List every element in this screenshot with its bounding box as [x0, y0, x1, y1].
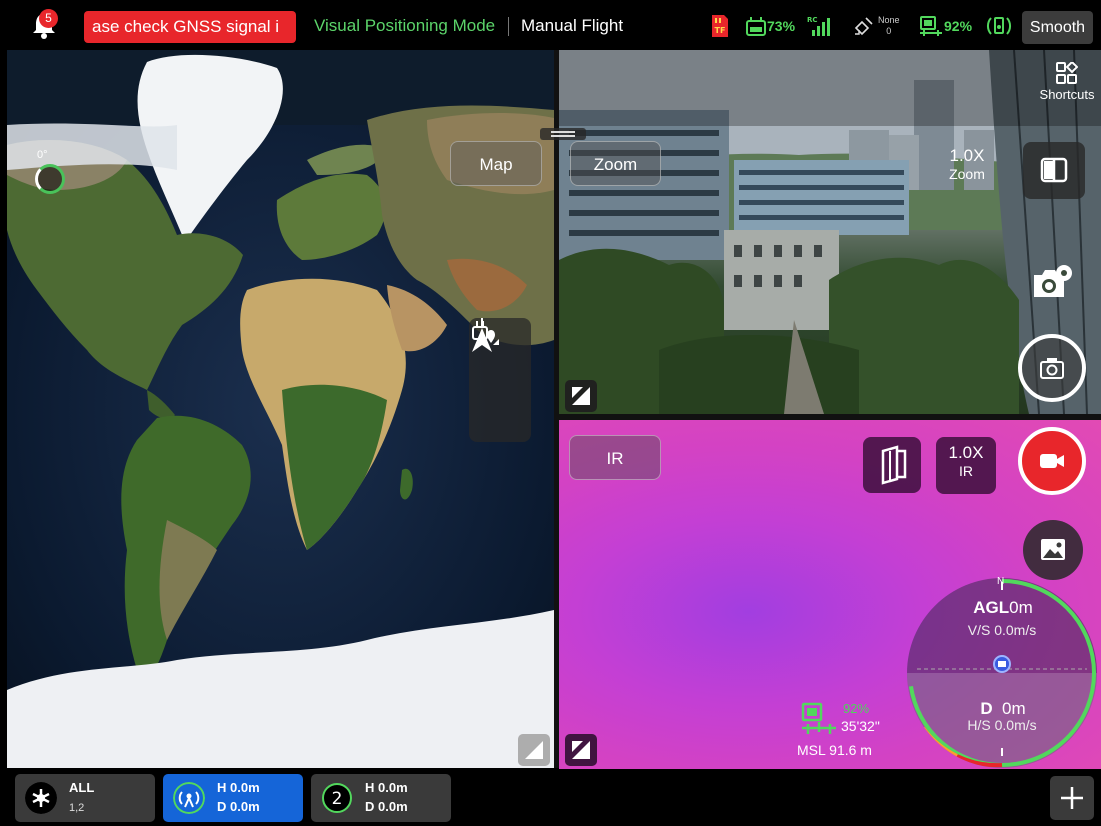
- positioning-mode: Visual Positioning Mode: [314, 16, 496, 35]
- plus-icon: [1061, 787, 1083, 809]
- camera-icon: [1040, 358, 1064, 379]
- flight-time-remaining: 35'32": [841, 718, 880, 734]
- expand-icon[interactable]: [518, 734, 550, 766]
- gnss-label: None: [878, 15, 900, 25]
- rc-battery-icon: [746, 17, 766, 36]
- device-rc-distance: D 0.0m: [217, 799, 260, 814]
- status-bar: 5 ase check GNSS signal i Visual Positio…: [0, 0, 1101, 50]
- msl-altitude: MSL 91.6 m: [797, 742, 872, 758]
- hd-signal-status: [986, 12, 1012, 40]
- device-all-title: ALL: [69, 780, 95, 795]
- rc-antenna-icon: [173, 782, 205, 814]
- sd-card-status: TF: [710, 12, 730, 40]
- rc-battery-status: 73%: [745, 12, 795, 40]
- alert-banner[interactable]: ase check GNSS signal i: [84, 11, 296, 43]
- record-icon: [1040, 454, 1064, 468]
- horizontal-speed: H/S 0.0m/s: [967, 717, 1037, 733]
- rc-signal-status: RC: [806, 12, 836, 40]
- agl-value: 0m: [1009, 598, 1033, 617]
- aircraft-group-icon: [25, 782, 57, 814]
- zoom-camera-label[interactable]: Zoom: [570, 141, 661, 186]
- shortcuts-button[interactable]: Shortcuts: [1036, 60, 1098, 102]
- notification-badge: 5: [39, 9, 58, 28]
- map-button[interactable]: Map: [450, 141, 542, 186]
- aircraft-battery-icon: [801, 702, 836, 734]
- ir-factor[interactable]: 1.0X IR: [936, 437, 996, 494]
- device-2-height: H 0.0m: [365, 780, 408, 795]
- camera-settings-icon[interactable]: [1030, 261, 1074, 301]
- zoom-factor-value: 1.0X: [949, 146, 985, 165]
- split-view-icon: [1040, 157, 1068, 183]
- hd-signal-icon: [987, 17, 1011, 35]
- device-2-badge: 2: [322, 783, 352, 813]
- device-rc-height: H 0.0m: [217, 780, 260, 795]
- zoom-factor[interactable]: 1.0X Zoom: [938, 146, 996, 194]
- ir-factor-value: 1.0X: [948, 443, 984, 462]
- top-shade: [559, 50, 1101, 126]
- expand-icon[interactable]: [565, 734, 597, 766]
- device-all-subtitle: 1,2: [69, 802, 85, 814]
- aircraft-battery-value: 92%: [843, 701, 870, 716]
- smooth-mode-button[interactable]: Smooth: [1022, 11, 1093, 44]
- satellite-icon: [854, 17, 873, 36]
- map-tool-panel: [469, 318, 531, 442]
- ir-factor-unit: IR: [959, 463, 973, 479]
- split-view-button[interactable]: [1023, 142, 1085, 199]
- device-2-button[interactable]: 2 H 0.0m D 0.0m: [311, 774, 451, 822]
- ir-camera-label[interactable]: IR: [569, 435, 661, 480]
- sd-card-icon: TF: [712, 15, 728, 37]
- rc-signal-label: RC: [807, 16, 818, 24]
- device-2-number: 2: [332, 789, 343, 809]
- expand-icon[interactable]: [565, 380, 597, 412]
- drag-handle[interactable]: [540, 128, 586, 140]
- device-all-button[interactable]: ALL 1,2: [15, 774, 155, 822]
- heading-indicator[interactable]: [35, 164, 65, 194]
- swap-icon: [881, 445, 907, 485]
- gnss-count: 0: [886, 26, 892, 36]
- aircraft-battery-value: 92%: [944, 18, 973, 34]
- vertical-speed: V/S 0.0m/s: [967, 622, 1037, 638]
- gallery-icon: [1041, 539, 1065, 560]
- rc-battery-value: 73%: [767, 18, 796, 34]
- north-marker: N: [997, 576, 1005, 587]
- device-2-distance: D 0.0m: [365, 799, 408, 814]
- divider: [508, 17, 509, 36]
- heading-degree: 0°: [37, 149, 48, 161]
- agl-readout: AGL0m: [958, 598, 1048, 618]
- aircraft-battery-status: 92%: [918, 12, 972, 40]
- add-device-button[interactable]: [1050, 776, 1094, 820]
- zoom-factor-unit: Zoom: [949, 166, 985, 182]
- sd-card-label: TF: [715, 26, 726, 35]
- shutter-button[interactable]: [1018, 334, 1086, 402]
- record-button[interactable]: [1018, 427, 1086, 495]
- agl-label: AGL: [973, 598, 1010, 617]
- distance-value: 0m: [1002, 699, 1026, 718]
- distance-label: D: [980, 699, 993, 718]
- swap-camera-button[interactable]: [863, 437, 921, 493]
- aircraft-battery-icon: [920, 16, 942, 36]
- rc-signal-icon: RC: [807, 16, 830, 36]
- device-rc-button[interactable]: H 0.0m D 0.0m: [163, 774, 303, 822]
- gallery-button[interactable]: [1023, 520, 1083, 580]
- shortcuts-icon: [1056, 60, 1079, 84]
- gnss-status: None 0: [852, 12, 900, 40]
- shortcuts-label: Shortcuts: [1039, 87, 1095, 102]
- map-view[interactable]: 0° Map: [7, 50, 554, 768]
- rc-location-icon[interactable]: [469, 318, 499, 346]
- flight-mode: Manual Flight: [521, 16, 624, 35]
- distance-readout: D 0m: [958, 699, 1048, 719]
